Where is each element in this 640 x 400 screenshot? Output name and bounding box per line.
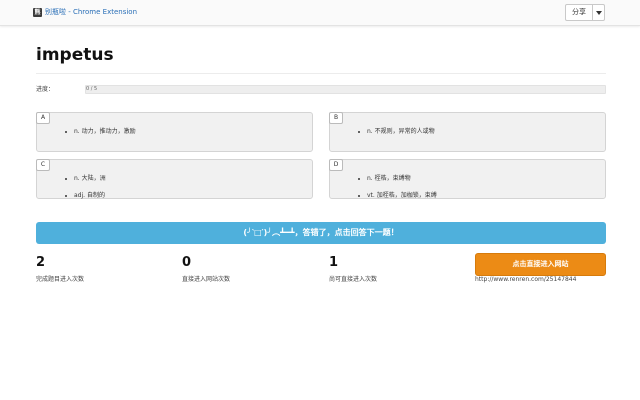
option-meanings: n. 大陆，洲 adj. 自制的 — [65, 175, 106, 209]
meaning-item: n. 桎梏，束缚物 — [358, 175, 437, 183]
progress-bar — [85, 85, 606, 94]
option-letter: A — [36, 112, 50, 124]
meaning-text: n. 动力，推动力，激励 — [74, 128, 136, 135]
option-meanings: n. 桎梏，束缚物 vt. 加桎梏，加枷锁，束缚 — [358, 175, 437, 209]
progress-label: 进度： — [36, 86, 55, 93]
option-a[interactable]: A n. 动力，推动力，激励 — [36, 112, 313, 152]
option-b[interactable]: B n. 不规则，异常的人或物 — [329, 112, 606, 152]
option-c[interactable]: C n. 大陆，洲 adj. 自制的 — [36, 159, 313, 199]
option-meanings: n. 不规则，异常的人或物 — [358, 128, 435, 145]
divider — [36, 73, 606, 74]
meaning-text: n. 不规则，异常的人或物 — [367, 128, 435, 135]
bullet-icon — [358, 177, 360, 180]
stat-completed-count: 2 — [36, 255, 46, 270]
stat-completed-label: 完成题目进入次数 — [36, 276, 85, 283]
meaning-item: n. 大陆，洲 — [65, 175, 106, 183]
brand-link[interactable]: 别瓶啦 - Chrome Extension — [45, 8, 137, 17]
quiz-word: impetus — [36, 45, 114, 65]
share-dropdown-toggle[interactable] — [593, 5, 604, 20]
option-d[interactable]: D n. 桎梏，束缚物 vt. 加桎梏，加枷锁，束缚 — [329, 159, 606, 199]
stat-direct-count: 0 — [182, 255, 192, 270]
visit-site-button[interactable]: 点击直接进入网站 — [475, 253, 606, 276]
meaning-text: vt. 加桎梏，加枷锁，束缚 — [367, 192, 437, 199]
option-letter: B — [329, 112, 343, 124]
share-button-group: 分享 — [565, 4, 605, 21]
bullet-icon — [65, 194, 67, 197]
stat-direct-label: 直接进入网站次数 — [182, 276, 231, 283]
progress-text: 0 / 5 — [86, 86, 98, 92]
meaning-item: n. 不规则，异常的人或物 — [358, 128, 435, 136]
brand-logo-icon[interactable]: 熊 — [33, 8, 42, 17]
meaning-text: n. 大陆，洲 — [74, 175, 106, 182]
option-letter: D — [329, 159, 343, 171]
meaning-item: adj. 自制的 — [65, 192, 106, 200]
bullet-icon — [358, 194, 360, 197]
stat-remaining-count: 1 — [329, 255, 339, 270]
option-letter: C — [36, 159, 50, 171]
share-button[interactable]: 分享 — [566, 5, 593, 20]
chevron-down-icon — [595, 10, 602, 15]
navbar: 熊 别瓶啦 - Chrome Extension 分享 — [0, 0, 640, 26]
stat-remaining-label: 尚可直接进入次数 — [329, 276, 378, 283]
bullet-icon — [65, 177, 67, 180]
result-message-button[interactable]: (╯‵□′)╯︵┻━┻，答错了，点击回答下一题！ — [36, 222, 606, 244]
meaning-text: adj. 自制的 — [74, 192, 105, 199]
bullet-icon — [65, 130, 67, 133]
meaning-item: n. 动力，推动力，激励 — [65, 128, 136, 136]
visit-url: http://www.renren.com/25147844 — [475, 276, 577, 283]
meaning-text: n. 桎梏，束缚物 — [367, 175, 411, 182]
bullet-icon — [358, 130, 360, 133]
meaning-item: vt. 加桎梏，加枷锁，束缚 — [358, 192, 437, 200]
option-meanings: n. 动力，推动力，激励 — [65, 128, 136, 145]
